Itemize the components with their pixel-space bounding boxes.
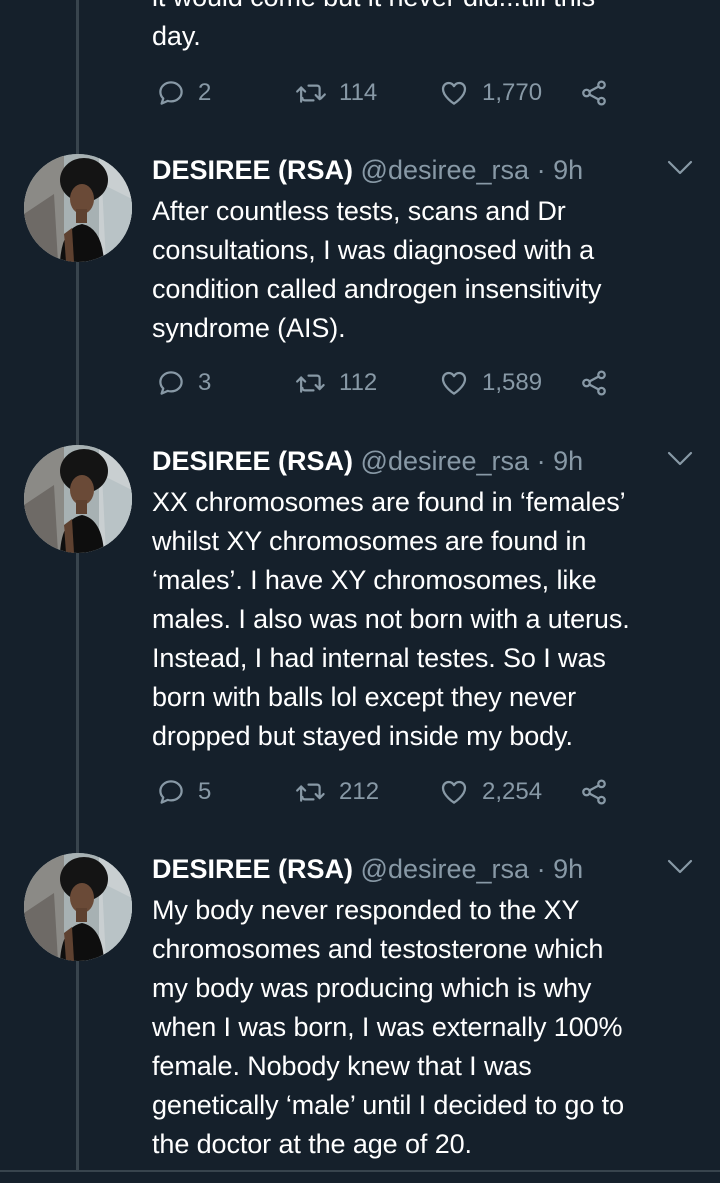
chevron-down-icon[interactable] (666, 857, 694, 877)
share-icon (582, 370, 606, 396)
share-button[interactable] (578, 75, 610, 111)
user-handle[interactable]: @desiree_rsa (361, 446, 530, 476)
like-count: 1,770 (482, 79, 543, 106)
separator-dot: · (536, 446, 546, 476)
heart-icon (441, 371, 467, 395)
like-count: 2,254 (482, 778, 543, 805)
share-icon (582, 80, 606, 106)
display-name[interactable]: DESIREE (RSA) (152, 854, 353, 884)
tweet-text: My body never responded to the XY chromo… (152, 895, 624, 1159)
avatar[interactable] (24, 853, 132, 961)
heart-icon (441, 81, 467, 105)
retweet-icon (296, 374, 325, 393)
display-name[interactable]: DESIREE (RSA) (152, 446, 353, 476)
reply-button[interactable]: 3 (156, 365, 211, 401)
display-name[interactable]: DESIREE (RSA) (152, 155, 353, 185)
tweet-header: DESIREE (RSA) @desiree_rsa · 9h (152, 445, 697, 477)
tweet-actions: 5 212 2,254 (152, 774, 622, 810)
reply-icon (159, 81, 183, 105)
chevron-down-icon[interactable] (666, 158, 694, 178)
retweet-button[interactable]: 212 (295, 774, 379, 810)
tweet-text: XX chromosomes are found in ‘females’ wh… (152, 487, 630, 751)
heart-icon (441, 780, 467, 804)
tweet-actions: 3 112 1,589 (152, 365, 622, 401)
retweet-count: 114 (339, 79, 378, 106)
separator-dot: · (536, 854, 546, 884)
user-handle[interactable]: @desiree_rsa (361, 155, 530, 185)
reply-button[interactable]: 2 (156, 75, 211, 111)
avatar[interactable] (24, 445, 132, 553)
reply-icon (159, 780, 183, 804)
retweet-count: 112 (339, 369, 378, 396)
share-button[interactable] (578, 774, 610, 810)
retweet-icon (296, 84, 326, 103)
retweet-count: 212 (339, 778, 380, 805)
reply-count: 2 (198, 79, 212, 106)
reply-button[interactable]: 5 (156, 774, 211, 810)
user-handle[interactable]: @desiree_rsa (361, 854, 530, 884)
timestamp[interactable]: 9h (553, 854, 583, 884)
retweet-button[interactable]: 112 (295, 365, 377, 401)
retweet-icon (296, 783, 325, 802)
like-count: 1,589 (482, 369, 543, 396)
tweet-header: DESIREE (RSA) @desiree_rsa · 9h (152, 154, 697, 186)
tweet-text: After countless tests, scans and Dr cons… (152, 196, 602, 343)
avatar[interactable] (24, 154, 132, 262)
previous-tweet-actions: 2 114 1,770 (152, 75, 622, 111)
previous-tweet-text: it would come but it never did...till th… (152, 0, 595, 51)
reply-count: 3 (198, 369, 212, 396)
chevron-down-icon[interactable] (666, 449, 694, 469)
divider (0, 1170, 720, 1172)
separator-dot: · (536, 155, 546, 185)
retweet-button[interactable]: 114 (295, 75, 377, 111)
share-icon (582, 779, 606, 805)
like-button[interactable]: 2,254 (438, 774, 542, 810)
timestamp[interactable]: 9h (553, 155, 583, 185)
reply-count: 5 (198, 778, 212, 805)
like-button[interactable]: 1,589 (438, 365, 542, 401)
reply-icon (159, 371, 183, 395)
tweet-header: DESIREE (RSA) @desiree_rsa · 9h (152, 853, 697, 885)
like-button[interactable]: 1,770 (438, 75, 542, 111)
timestamp[interactable]: 9h (553, 446, 583, 476)
share-button[interactable] (578, 365, 610, 401)
